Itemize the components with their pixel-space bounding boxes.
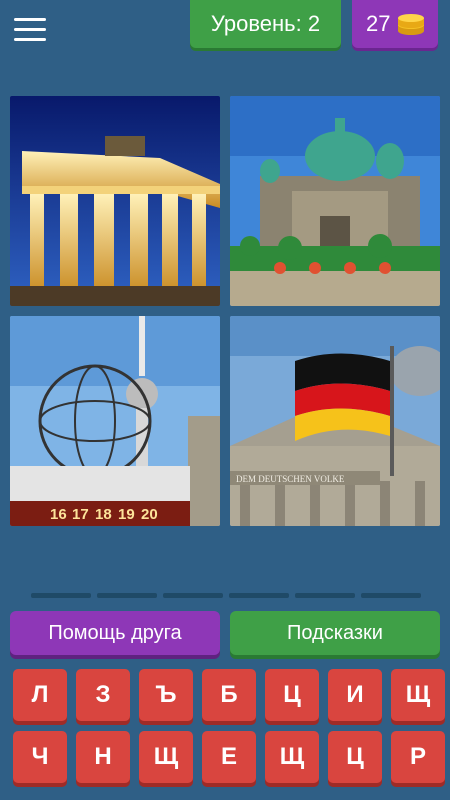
clock-digit: 18	[95, 506, 112, 523]
answer-slot[interactable]	[361, 593, 421, 598]
letter-key[interactable]: Р	[391, 731, 445, 783]
letter-key[interactable]: Ч	[13, 731, 67, 783]
letter-key[interactable]: Е	[202, 731, 256, 783]
photo-berlin-cathedral[interactable]	[230, 96, 440, 306]
level-indicator: Уровень: 2	[190, 0, 341, 48]
hints-button[interactable]: Подсказки	[230, 611, 440, 655]
letter-key[interactable]: Ц	[265, 669, 319, 721]
coins-count: 27	[366, 11, 391, 36]
letter-key[interactable]: И	[328, 669, 382, 721]
letter-key[interactable]: Л	[13, 669, 67, 721]
letter-key[interactable]: Б	[202, 669, 256, 721]
photo-tv-tower-world-clock[interactable]: 16 17 18 19 20	[10, 316, 220, 526]
friend-help-button[interactable]: Помощь друга	[10, 611, 220, 655]
letter-key[interactable]: Ц	[328, 731, 382, 783]
hamburger-menu-icon[interactable]	[14, 18, 46, 44]
clock-digit: 17	[72, 506, 89, 523]
letter-key[interactable]: Щ	[391, 669, 445, 721]
letter-key[interactable]: З	[76, 669, 130, 721]
answer-slot[interactable]	[163, 593, 223, 598]
letter-key[interactable]: Ъ	[139, 669, 193, 721]
coin-stack-icon	[398, 14, 424, 35]
answer-slot[interactable]	[31, 593, 91, 598]
answer-slot[interactable]	[295, 593, 355, 598]
letter-key[interactable]: Н	[76, 731, 130, 783]
reichstag-inscription: DEM DEUTSCHEN VOLKE	[236, 474, 345, 484]
photo-reichstag[interactable]: DEM DEUTSCHEN VOLKE	[230, 316, 440, 526]
photo-brandenburg-gate[interactable]	[10, 96, 220, 306]
answer-slot[interactable]	[97, 593, 157, 598]
answer-slot[interactable]	[229, 593, 289, 598]
clock-digit: 20	[141, 506, 158, 523]
letter-key[interactable]: Щ	[265, 731, 319, 783]
letter-key[interactable]: Щ	[139, 731, 193, 783]
coins-button[interactable]: 27	[352, 0, 438, 48]
top-bar: Уровень: 2 27	[0, 0, 450, 60]
clock-digit: 16	[50, 506, 67, 523]
clock-digit: 19	[118, 506, 135, 523]
